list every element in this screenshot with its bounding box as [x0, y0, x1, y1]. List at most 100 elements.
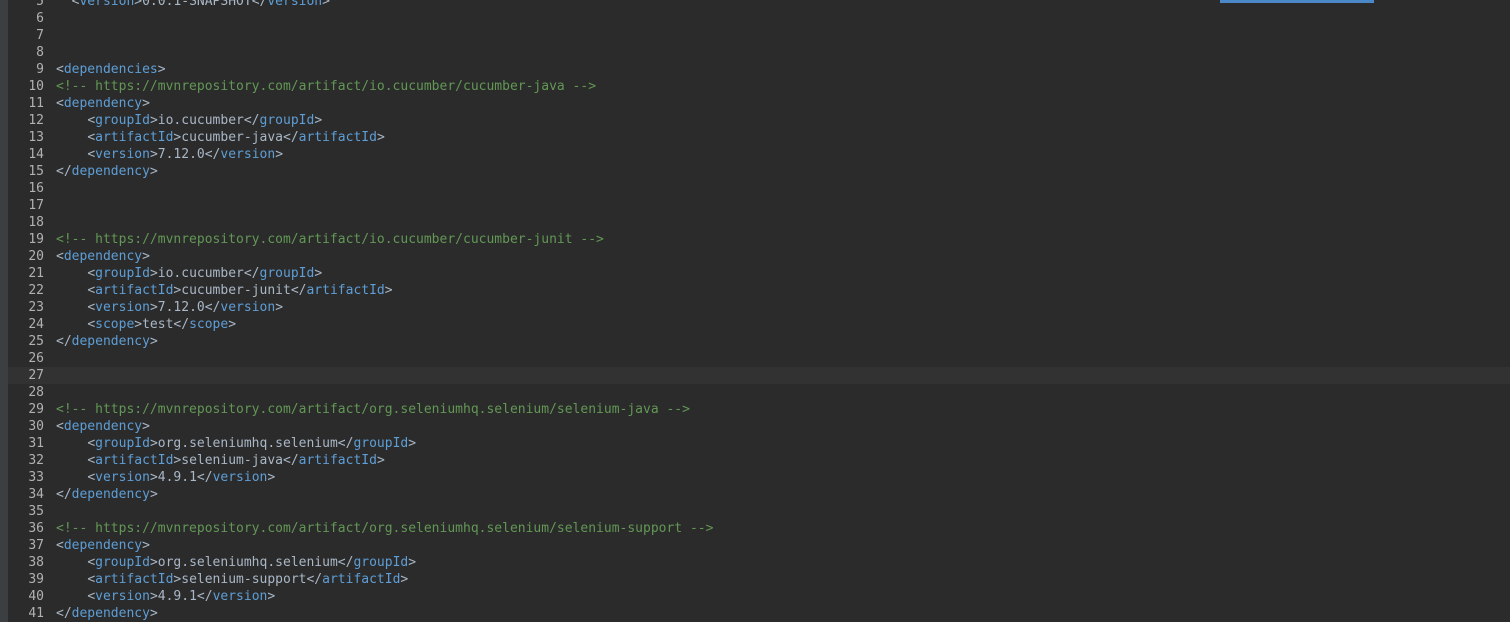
line-number: 18	[28, 215, 44, 230]
code-line[interactable]: 15 </dependency>	[8, 163, 1510, 180]
line-number: 22	[28, 283, 44, 298]
code-line[interactable]: 39 <artifactId>selenium-support</artifac…	[8, 571, 1510, 588]
line-number: 13	[28, 130, 44, 145]
line-number: 33	[28, 470, 44, 485]
line-number: 24	[28, 317, 44, 332]
code-line[interactable]: 36 <!-- https://mvnrepository.com/artifac…	[8, 520, 1510, 537]
code-line[interactable]: 30 <dependency>	[8, 418, 1510, 435]
code-line[interactable]: 37 <dependency>	[8, 537, 1510, 554]
line-code: <artifactId>selenium-java</artifactId>	[87, 453, 385, 468]
line-number: 8	[36, 45, 44, 60]
line-number: 10	[28, 79, 44, 94]
line-code: <groupId>org.seleniumhq.selenium</groupI…	[87, 555, 417, 570]
line-code: <artifactId>selenium-support</artifactId…	[87, 572, 409, 587]
line-number: 17	[28, 198, 44, 213]
code-line[interactable]: 29 <!-- https://mvnrepository.com/artifac…	[8, 401, 1510, 418]
code-line[interactable]: 32 <artifactId>selenium-java</artifactId…	[8, 452, 1510, 469]
code-line[interactable]: 34 </dependency>	[8, 486, 1510, 503]
code-lines: 5 <version>0.0.1-SNAPSHOT</version> 6 7 8 9 <…	[8, 0, 1510, 622]
code-line[interactable]: 18	[8, 214, 1510, 231]
line-number: 9	[36, 62, 44, 77]
line-number: 27	[28, 368, 44, 383]
code-line[interactable]: 16	[8, 180, 1510, 197]
line-number: 41	[28, 606, 44, 621]
line-number: 12	[28, 113, 44, 128]
line-code: <!-- https://mvnrepository.com/artifact/…	[56, 232, 604, 247]
line-code: </dependency>	[56, 487, 158, 502]
code-editor[interactable]: 5 <version>0.0.1-SNAPSHOT</version> 6 7 8 9 <…	[8, 0, 1510, 622]
code-line[interactable]: 20 <dependency>	[8, 248, 1510, 265]
line-number: 14	[28, 147, 44, 162]
code-line[interactable]: 13 <artifactId>cucumber-java</artifactId…	[8, 129, 1510, 146]
line-code: <version>7.12.0</version>	[87, 147, 284, 162]
line-number: 20	[28, 249, 44, 264]
code-line[interactable]: 25 </dependency>	[8, 333, 1510, 350]
line-code: <artifactId>cucumber-junit</artifactId>	[87, 283, 393, 298]
code-line[interactable]: 35	[8, 503, 1510, 520]
line-code: </dependency>	[56, 164, 158, 179]
line-number: 6	[36, 11, 44, 26]
line-code: <dependency>	[56, 96, 150, 111]
code-line[interactable]: 28	[8, 384, 1510, 401]
code-line[interactable]: 6	[8, 10, 1510, 27]
line-code: <groupId>io.cucumber</groupId>	[87, 113, 323, 128]
line-number: 39	[28, 572, 44, 587]
code-line[interactable]: 40 <version>4.9.1</version>	[8, 588, 1510, 605]
line-code: <dependencies>	[56, 62, 166, 77]
code-line[interactable]: 10 <!-- https://mvnrepository.com/artifac…	[8, 78, 1510, 95]
code-line[interactable]: 31 <groupId>org.seleniumhq.selenium</gro…	[8, 435, 1510, 452]
code-line[interactable]: 7	[8, 27, 1510, 44]
code-line[interactable]: 38 <groupId>org.seleniumhq.selenium</gro…	[8, 554, 1510, 571]
code-line[interactable]: 24 <scope>test</scope>	[8, 316, 1510, 333]
line-number: 34	[28, 487, 44, 502]
code-line[interactable]: 19 <!-- https://mvnrepository.com/artifac…	[8, 231, 1510, 248]
code-line[interactable]: 12 <groupId>io.cucumber</groupId>	[8, 112, 1510, 129]
line-number: 7	[36, 28, 44, 43]
line-number: 35	[28, 504, 44, 519]
line-code: <!-- https://mvnrepository.com/artifact/…	[56, 521, 714, 536]
line-number: 15	[28, 164, 44, 179]
code-line[interactable]: 14 <version>7.12.0</version>	[8, 146, 1510, 163]
code-line[interactable]: 17	[8, 197, 1510, 214]
line-number: 37	[28, 538, 44, 553]
line-code: <!-- https://mvnrepository.com/artifact/…	[56, 79, 597, 94]
line-number: 29	[28, 402, 44, 417]
line-code: <!-- https://mvnrepository.com/artifact/…	[56, 402, 690, 417]
code-line[interactable]: 27	[8, 367, 1510, 384]
line-number: 26	[28, 351, 44, 366]
code-line[interactable]: 9 <dependencies>	[8, 61, 1510, 78]
line-number: 11	[28, 96, 44, 111]
line-number: 40	[28, 589, 44, 604]
line-number: 31	[28, 436, 44, 451]
code-line[interactable]: 21 <groupId>io.cucumber</groupId>	[8, 265, 1510, 282]
line-number: 25	[28, 334, 44, 349]
left-border	[0, 0, 8, 622]
line-code: <version>0.0.1-SNAPSHOT</version>	[71, 0, 330, 9]
line-code: <artifactId>cucumber-java</artifactId>	[87, 130, 385, 145]
code-line[interactable]: 8	[8, 44, 1510, 61]
line-number: 28	[28, 385, 44, 400]
line-code: <groupId>io.cucumber</groupId>	[87, 266, 323, 281]
code-line[interactable]: 5 <version>0.0.1-SNAPSHOT</version>	[8, 0, 1510, 10]
line-code: <version>4.9.1</version>	[87, 589, 276, 604]
line-code: <dependency>	[56, 538, 150, 553]
line-number: 21	[28, 266, 44, 281]
line-code: </dependency>	[56, 606, 158, 621]
line-code: <version>4.9.1</version>	[87, 470, 276, 485]
line-number: 38	[28, 555, 44, 570]
code-line[interactable]: 33 <version>4.9.1</version>	[8, 469, 1510, 486]
line-code: <dependency>	[56, 249, 150, 264]
line-code: <scope>test</scope>	[87, 317, 237, 332]
line-number: 30	[28, 419, 44, 434]
line-number: 16	[28, 181, 44, 196]
line-code: <version>7.12.0</version>	[87, 300, 284, 315]
code-line[interactable]: 26	[8, 350, 1510, 367]
code-line[interactable]: 41 </dependency>	[8, 605, 1510, 622]
line-number: 5	[36, 0, 44, 9]
line-number: 36	[28, 521, 44, 536]
code-line[interactable]: 22 <artifactId>cucumber-junit</artifactI…	[8, 282, 1510, 299]
code-line[interactable]: 23 <version>7.12.0</version>	[8, 299, 1510, 316]
code-line[interactable]: 11 <dependency>	[8, 95, 1510, 112]
line-code: </dependency>	[56, 334, 158, 349]
line-number: 23	[28, 300, 44, 315]
